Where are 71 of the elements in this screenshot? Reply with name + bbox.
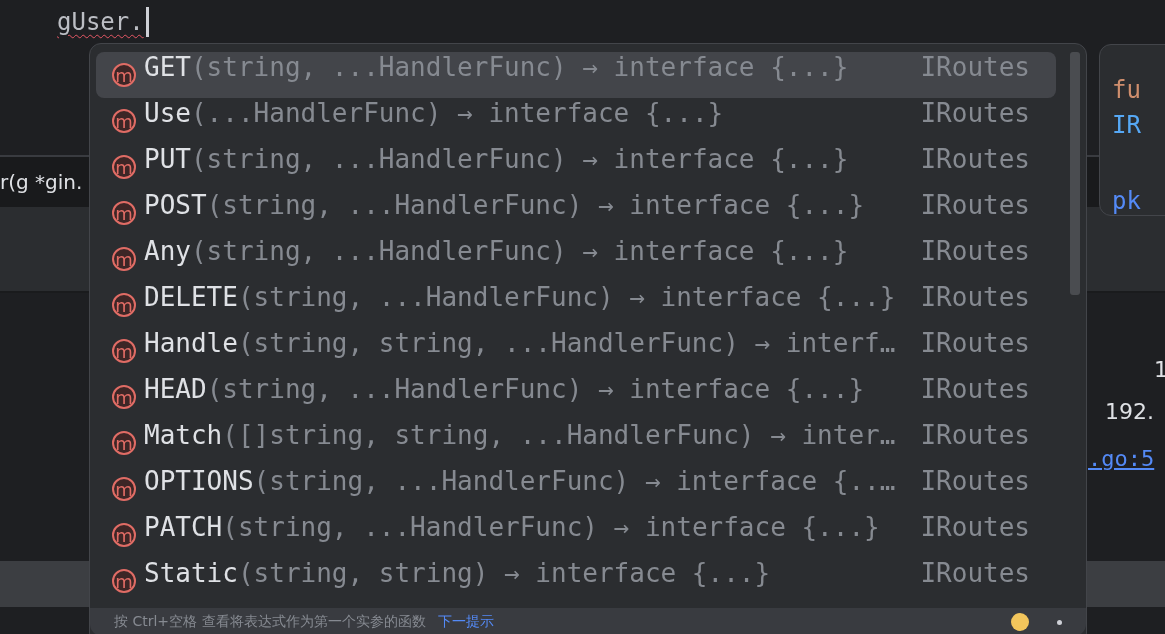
signature-fragment: r(g *gin.: [0, 170, 83, 194]
type-name: IRoutes: [920, 190, 1030, 220]
type-text: IR: [1112, 111, 1141, 139]
method-signature: (string, ...HandlerFunc) → interface {...}: [190, 236, 849, 266]
type-name: IRoutes: [920, 52, 1030, 82]
method-icon: m: [112, 155, 136, 179]
method-name: Any: [144, 236, 191, 266]
method-name: OPTIONS: [144, 466, 254, 496]
console-text: 192.: [1105, 399, 1154, 424]
method-name: GET: [144, 52, 191, 82]
package-text: pk: [1112, 188, 1141, 214]
completion-item[interactable]: m DELETE(string, ...HandlerFunc) → interface {...} IRoutes: [96, 282, 1056, 328]
type-name: IRoutes: [920, 512, 1030, 542]
method-icon: m: [112, 569, 136, 593]
type-name: IRoutes: [920, 144, 1030, 174]
completion-item[interactable]: m POST(string, ...HandlerFunc) → interface {...} IRoutes: [96, 190, 1056, 236]
method-name: POST: [144, 190, 207, 220]
completion-item[interactable]: m Use(...HandlerFunc) → interface {...} IRoutes: [96, 98, 1056, 144]
completion-item[interactable]: m Any(string, ...HandlerFunc) → interface {...} IRoutes: [96, 236, 1056, 282]
keyword-text: fu: [1112, 76, 1141, 104]
type-name: IRoutes: [920, 558, 1030, 588]
console-link[interactable]: .go:5: [1088, 446, 1155, 471]
method-signature: (string, ...HandlerFunc) → interface {...}: [206, 190, 865, 220]
method-name: Static: [144, 558, 238, 588]
method-icon: m: [112, 109, 136, 133]
method-icon: m: [112, 339, 136, 363]
completion-item[interactable]: m Handle(string, string, ...HandlerFunc) → interf… IRoutes: [96, 328, 1056, 374]
method-icon: m: [112, 477, 136, 501]
method-signature: (string, ...HandlerFunc) → interface {...}: [206, 374, 865, 404]
method-name: Match: [144, 420, 223, 450]
method-name: Use: [144, 98, 191, 128]
completion-item[interactable]: m PATCH(string, ...HandlerFunc) → interface {...} IRoutes: [96, 512, 1056, 558]
type-name: IRoutes: [920, 420, 1030, 450]
type-name: IRoutes: [920, 236, 1030, 266]
method-icon: m: [112, 201, 136, 225]
method-signature: (string, ...HandlerFunc) → interface {...}: [237, 282, 896, 312]
completion-item[interactable]: m Match([]string, string, ...HandlerFunc) → inter… IRoutes: [96, 420, 1056, 466]
method-icon: m: [112, 431, 136, 455]
method-signature: (string, ...HandlerFunc) → interface {...}: [190, 144, 849, 174]
method-signature: (string, string, ...HandlerFunc) → interf…: [237, 328, 896, 358]
method-name: HEAD: [144, 374, 207, 404]
completion-item[interactable]: m PUT(string, ...HandlerFunc) → interface {...} IRoutes: [96, 144, 1056, 190]
method-signature: (string, string) → interface {...}: [237, 558, 771, 588]
method-signature: (string, ...HandlerFunc) → interface {...}: [190, 52, 849, 82]
completion-item[interactable]: m GET(string, ...HandlerFunc) → interface {...} IRoutes: [96, 52, 1056, 98]
code-text: gUser.: [57, 8, 144, 36]
method-name: Handle: [144, 328, 238, 358]
method-signature: (...HandlerFunc) → interface {...}: [190, 98, 724, 128]
completion-item[interactable]: m Static(string, string) → interface {...} IRoutes: [96, 558, 1056, 604]
scrollbar-thumb[interactable]: [1070, 52, 1080, 295]
method-name: PATCH: [144, 512, 223, 542]
method-icon: m: [112, 63, 136, 87]
type-name: IRoutes: [920, 466, 1030, 496]
more-icon[interactable]: [1057, 619, 1062, 625]
type-name: IRoutes: [920, 374, 1030, 404]
type-name: IRoutes: [920, 98, 1030, 128]
method-name: PUT: [144, 144, 191, 174]
hint-text: 按 Ctrl+空格 查看将表达式作为第一个实参的函数: [114, 613, 426, 631]
method-signature: ([]string, string, ...HandlerFunc) → inter…: [222, 420, 896, 450]
completion-item[interactable]: m HEAD(string, ...HandlerFunc) → interface {...} IRoutes: [96, 374, 1056, 420]
method-icon: m: [112, 385, 136, 409]
text-caret: [145, 7, 149, 37]
method-icon: m: [112, 247, 136, 271]
completion-item[interactable]: m OPTIONS(string, ...HandlerFunc) → interface {..… IRoutes: [96, 466, 1056, 512]
type-name: IRoutes: [920, 328, 1030, 358]
method-name: DELETE: [144, 282, 238, 312]
method-icon: m: [112, 523, 136, 547]
type-name: IRoutes: [920, 282, 1030, 312]
method-signature: (string, ...HandlerFunc) → interface {...}: [222, 512, 880, 542]
method-signature: (string, ...HandlerFunc) → interface {..…: [253, 466, 896, 496]
method-icon: m: [112, 293, 136, 317]
